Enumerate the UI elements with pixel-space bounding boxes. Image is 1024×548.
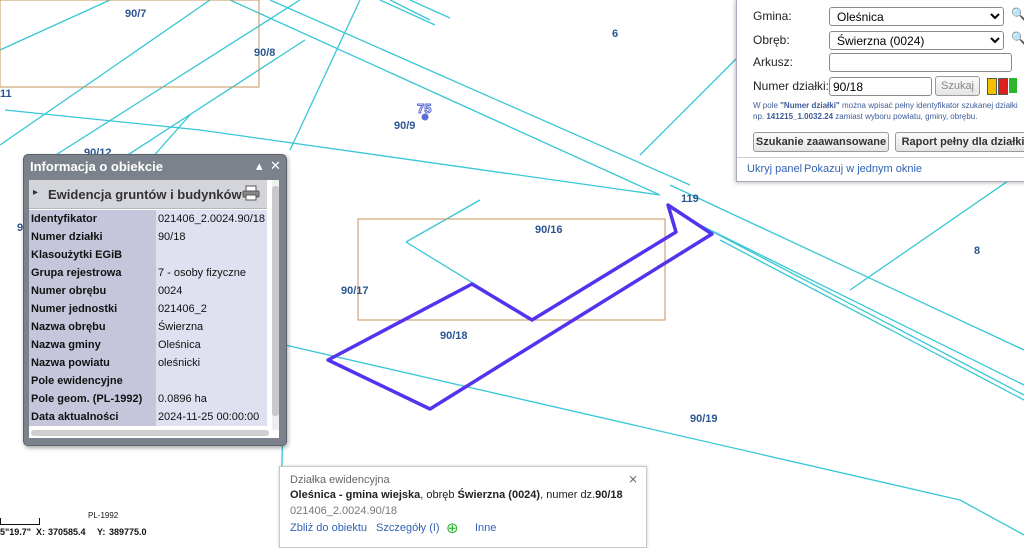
parcel-label-90-19: 90/19 xyxy=(690,413,718,425)
attribute-value: 021406_2.0024.90/18 xyxy=(155,210,267,228)
attribute-row: Nazwa powiatu oleśnicki xyxy=(29,354,267,372)
hide-panel-link[interactable]: Ukryj panel xyxy=(747,163,802,175)
attribute-key: Numer działki xyxy=(29,228,156,246)
advanced-search-button[interactable]: Szukanie zaawansowane xyxy=(753,132,889,152)
search-button[interactable]: Szukaj xyxy=(935,76,980,96)
x-coord-value: 370585.4 xyxy=(48,527,86,537)
obreb-label: Obręb: xyxy=(753,33,790,47)
address-marker[interactable]: 75 xyxy=(417,101,432,121)
obreb-select[interactable]: Świerzna (0024) xyxy=(829,31,1004,50)
minimize-icon[interactable]: ▴ xyxy=(256,158,263,174)
parcel-label-8: 8 xyxy=(974,245,980,257)
attribute-value: 0.0896 ha xyxy=(155,390,267,408)
parcel-search-panel: Gmina: Oleśnica 🔍 Obręb: Świerzna (0024)… xyxy=(736,0,1024,182)
info-vertical-scroll-thumb[interactable] xyxy=(272,186,279,416)
parcel-label-11: 11 xyxy=(0,88,12,100)
details-link[interactable]: Szczegóły (I) xyxy=(376,522,440,534)
status-color-green xyxy=(1009,78,1017,93)
attribute-value: 0024 xyxy=(155,282,267,300)
popup-identifier: 021406_2.0024.90/18 xyxy=(290,505,398,517)
x-coord-label: X: xyxy=(36,527,45,537)
parcel-number-hint: W pole "Numer działki" można wpisać pełn… xyxy=(753,101,1018,121)
egib-section-label: Ewidencja gruntów i budynków xyxy=(48,187,242,202)
attribute-key: Pole ewidencyjne xyxy=(29,372,156,390)
parcel-number-label: Numer działki: xyxy=(753,79,830,93)
attribute-value: 90/18 xyxy=(155,228,267,246)
attribute-value: 021406_2 xyxy=(155,300,267,318)
attribute-key: Pole geom. (PL-1992) xyxy=(29,390,156,408)
scale-bar xyxy=(0,518,40,525)
egib-section-header[interactable]: ▸ Ewidencja gruntów i budynków xyxy=(29,180,267,209)
attribute-key: Nazwa gminy xyxy=(29,336,156,354)
attribute-key: Numer obrębu xyxy=(29,282,156,300)
y-coord-value: 389775.0 xyxy=(109,527,147,537)
coord-partial: 5"19.7" xyxy=(0,527,32,537)
arkusz-label: Arkusz: xyxy=(753,55,794,69)
gmina-search-icon[interactable]: 🔍 xyxy=(1011,7,1024,21)
attribute-value: oleśnicki xyxy=(155,354,267,372)
attribute-value xyxy=(155,372,267,390)
single-window-link[interactable]: Pokazuj w jednym oknie xyxy=(804,163,922,175)
attribute-key: Identyfikator xyxy=(29,210,156,228)
parcel-label-90-16: 90/16 xyxy=(535,224,563,236)
arkusz-input[interactable] xyxy=(829,53,1012,72)
attribute-row: Identyfikator 021406_2.0024.90/18 xyxy=(29,210,267,228)
attribute-row: Grupa rejestrowa 7 - osoby fizyczne xyxy=(29,264,267,282)
parcel-label-6: 6 xyxy=(612,28,618,40)
attribute-value: Świerzna xyxy=(155,318,267,336)
zoom-to-object-link[interactable]: Zbliż do obiektu xyxy=(290,522,367,534)
full-report-button[interactable]: Raport pełny dla działki xyxy=(895,132,1024,152)
attribute-row: Data aktualności 2024-11-25 00:00:00 xyxy=(29,408,267,426)
parcel-number-input[interactable] xyxy=(829,77,932,96)
print-icon[interactable] xyxy=(242,185,260,201)
other-link[interactable]: Inne xyxy=(475,522,496,534)
status-color-yellow xyxy=(987,78,997,95)
info-window-content: ▸ Ewidencja gruntów i budynków Identyfik… xyxy=(29,180,279,438)
collapse-arrow-icon[interactable]: ▸ xyxy=(33,187,38,198)
parcel-label-90-17: 90/17 xyxy=(341,285,369,297)
attribute-table: Identyfikator 021406_2.0024.90/18 Numer dz… xyxy=(29,210,267,426)
attribute-value xyxy=(155,246,267,264)
attribute-key: Data aktualności xyxy=(29,408,156,426)
attribute-row: Klasoużytki EGiB xyxy=(29,246,267,264)
close-icon[interactable]: ✕ xyxy=(270,158,281,174)
attribute-key: Nazwa obrębu xyxy=(29,318,156,336)
attribute-row: Numer jednostki 021406_2 xyxy=(29,300,267,318)
obreb-search-icon[interactable]: 🔍 xyxy=(1011,31,1024,45)
attribute-value: 7 - osoby fizyczne xyxy=(155,264,267,282)
parcel-popup: Działka ewidencyjna ⨯ Oleśnica - gmina w… xyxy=(279,466,647,548)
object-info-window[interactable]: Informacja o obiekcie ▴ ✕ ▸ Ewidencja gr… xyxy=(23,154,287,446)
add-icon[interactable]: ⊕ xyxy=(446,519,459,537)
attribute-value: 2024-11-25 00:00:00 xyxy=(155,408,267,426)
attribute-value: Oleśnica xyxy=(155,336,267,354)
crs-label: PL-1992 xyxy=(88,511,119,520)
status-color-red xyxy=(998,78,1008,95)
y-coord-label: Y: xyxy=(97,527,106,537)
parcel-label-90-7: 90/7 xyxy=(125,8,146,20)
popup-description: Oleśnica - gmina wiejska, obręb Świerzna… xyxy=(290,489,623,501)
selected-parcel-outline[interactable] xyxy=(326,203,714,411)
panel-divider xyxy=(737,157,1024,158)
attribute-row: Pole geom. (PL-1992) 0.0896 ha xyxy=(29,390,267,408)
attribute-key: Numer jednostki xyxy=(29,300,156,318)
popup-header: Działka ewidencyjna xyxy=(290,474,390,486)
gmina-label: Gmina: xyxy=(753,9,792,23)
parcel-label-90-9: 90/9 xyxy=(394,120,415,132)
parcel-label-90-8: 90/8 xyxy=(254,47,275,59)
attribute-row: Numer obrębu 0024 xyxy=(29,282,267,300)
address-marker-dot xyxy=(421,113,429,121)
popup-close-icon[interactable]: ⨯ xyxy=(628,472,638,486)
attribute-row: Nazwa gminy Oleśnica xyxy=(29,336,267,354)
info-window-title: Informacja o obiekcie xyxy=(30,159,163,174)
attribute-key: Klasoużytki EGiB xyxy=(29,246,156,264)
parcel-label-90-18: 90/18 xyxy=(440,330,468,342)
attribute-row: Numer działki 90/18 xyxy=(29,228,267,246)
attribute-key: Grupa rejestrowa xyxy=(29,264,156,282)
attribute-row: Nazwa obrębu Świerzna xyxy=(29,318,267,336)
info-horizontal-scrollbar[interactable] xyxy=(31,430,269,436)
gmina-select[interactable]: Oleśnica xyxy=(829,7,1004,26)
parcel-label-119: 119 xyxy=(681,193,699,205)
attribute-row: Pole ewidencyjne xyxy=(29,372,267,390)
attribute-key: Nazwa powiatu xyxy=(29,354,156,372)
